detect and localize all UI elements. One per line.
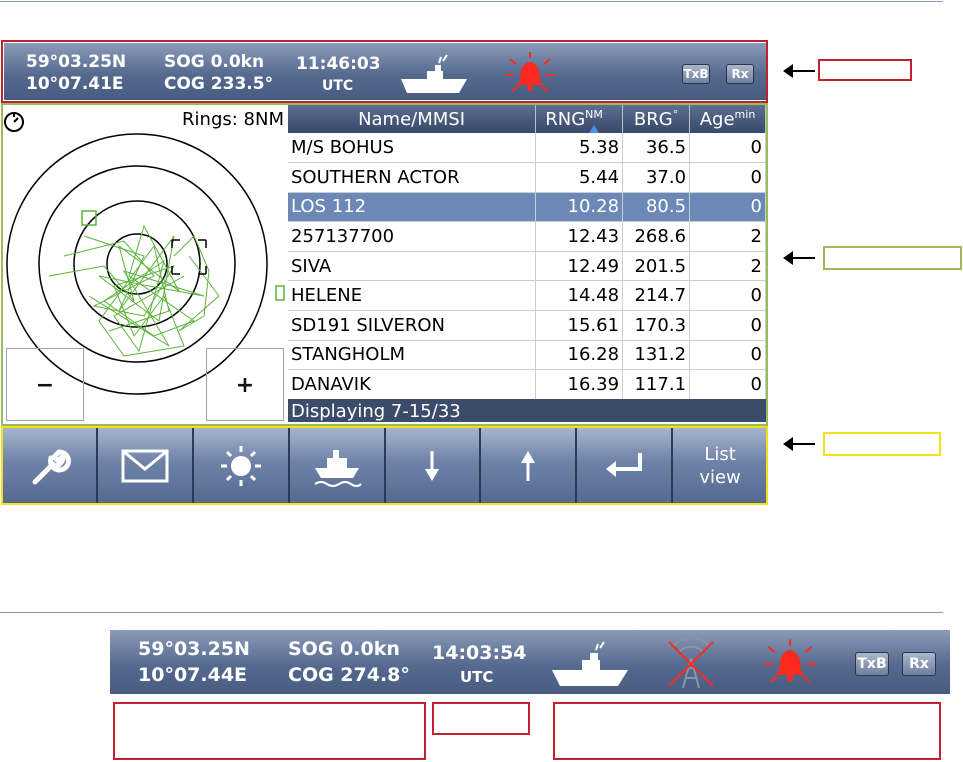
callout-arrow-toolbar — [783, 437, 815, 451]
alarm-bell-icon-detail[interactable] — [762, 638, 818, 686]
callout-box-toolbar — [823, 432, 941, 456]
main-panel-outline — [1, 103, 768, 426]
callout-box-position — [113, 702, 426, 760]
rx-badge-detail: Rx — [902, 652, 936, 676]
top-rule — [0, 1, 943, 2]
no-signal-antenna-icon — [668, 638, 714, 689]
longitude-detail: 10°07.44E — [138, 664, 248, 686]
txb-badge-detail: TxB — [855, 652, 889, 676]
callout-box-main — [823, 246, 962, 270]
callout-box-time — [432, 702, 530, 735]
latitude-detail: 59°03.25N — [138, 638, 250, 660]
callout-arrow-main — [783, 251, 815, 265]
time-detail: 14:03:54 — [432, 642, 527, 664]
section-rule — [0, 612, 943, 613]
timezone-detail: UTC — [460, 668, 494, 686]
toolbar-outline — [1, 426, 768, 505]
callout-box-status — [818, 59, 912, 81]
sog-detail: SOG 0.0kn — [288, 638, 400, 660]
status-bar-outline — [1, 40, 768, 103]
status-bar-detail: 59°03.25N 10°07.44E SOG 0.0kn COG 274.8°… — [110, 630, 950, 694]
vessel-icon-detail — [552, 641, 628, 686]
callout-box-icons — [553, 702, 941, 760]
callout-arrow-status — [783, 64, 815, 78]
cog-detail: COG 274.8° — [288, 664, 410, 686]
